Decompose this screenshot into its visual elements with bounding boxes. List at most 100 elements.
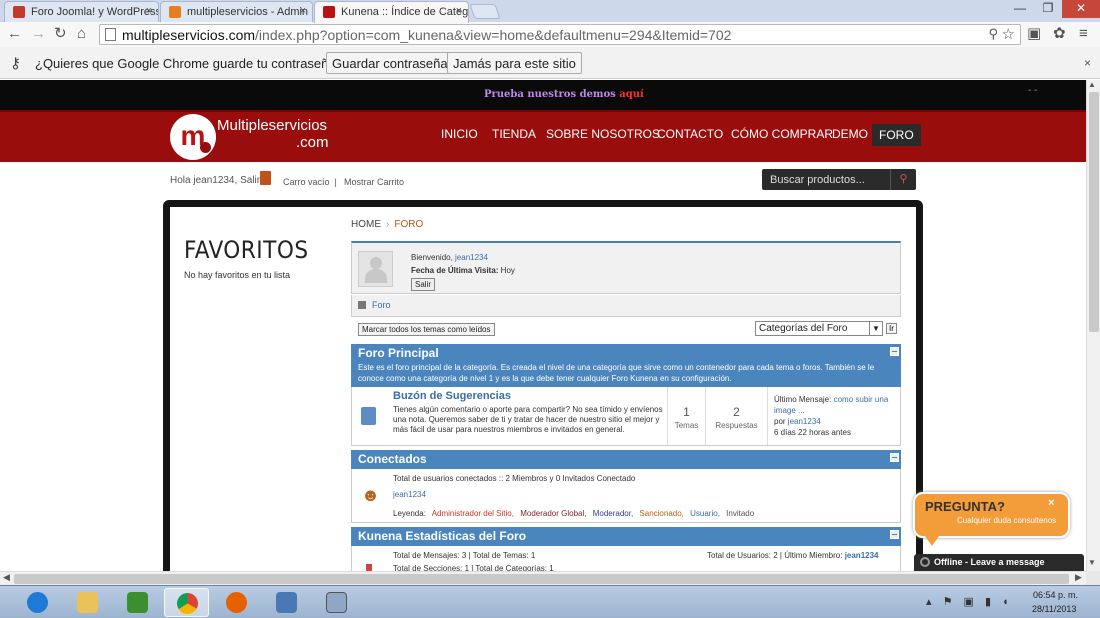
online-total: Total de usuarios conectados :: 2 Miembr… (393, 474, 636, 483)
horizontal-scrollbar[interactable]: ◀ ▶ (0, 571, 1086, 585)
webmatrix-icon (127, 592, 148, 613)
password-infobar: ⚷ ¿Quieres que Google Chrome guarde tu c… (0, 47, 1100, 79)
nav-tienda[interactable]: TIENDA (492, 127, 536, 141)
chat-subtitle: Cualquier duda consultenos (957, 516, 1057, 525)
never-save-button[interactable]: Jamás para este sitio (447, 52, 582, 74)
minimize-button[interactable]: — (1006, 0, 1034, 18)
vertical-scrollbar[interactable]: ▲ ▼ (1086, 80, 1100, 571)
mark-all-read-button[interactable]: Marcar todos los temas como leídos (358, 323, 495, 336)
category-select[interactable]: Categorías del Foro ▼ (755, 321, 883, 336)
welcome-text: Bienvenido, jean1234 (411, 253, 488, 262)
forum-icon (361, 407, 376, 425)
chat-bubble[interactable]: PREGUNTA? Cualquier duda consultenos × (913, 492, 1070, 538)
clock-date[interactable]: 28/11/2013 (1032, 604, 1076, 614)
taskbar-chrome[interactable] (164, 588, 209, 617)
cast-icon[interactable]: ▣ (1027, 25, 1041, 43)
online-title: Conectados (358, 452, 427, 466)
scroll-left-icon[interactable]: ◀ (3, 572, 10, 583)
reload-icon[interactable]: ↻ (54, 25, 67, 43)
product-search[interactable]: Buscar productos... ⚲ (762, 169, 916, 190)
taskbar-file-explorer[interactable] (65, 588, 110, 617)
show-cart-link[interactable]: Mostrar Carrito (344, 177, 404, 187)
menu-icon[interactable]: ≡ (1079, 25, 1088, 43)
taskbar-webmatrix[interactable] (115, 588, 160, 617)
logout-button[interactable]: Salir (411, 278, 436, 291)
taskbar: ▴ ⚑ ▣ ▮ ◖ 06:54 p. m. 28/11/2013 (0, 585, 1100, 618)
online-user-link[interactable]: jean1234 (393, 490, 426, 499)
scroll-thumb[interactable] (1089, 92, 1099, 332)
cart-link[interactable]: Carro vacío | (283, 177, 337, 187)
tab-close-icon[interactable]: × (146, 5, 152, 17)
logo-text[interactable]: Multipleservicios (217, 117, 327, 134)
taskbar-remote-desktop[interactable] (264, 588, 309, 617)
extension-icon[interactable]: ✿ (1053, 25, 1066, 43)
taskbar-calculator[interactable] (314, 588, 359, 617)
forum-nav: Foro (351, 295, 901, 317)
nav-como-comprar[interactable]: CÓMO COMPRAR (731, 127, 833, 141)
main-forum-title[interactable]: Foro Principal (358, 346, 439, 360)
nav-contacto[interactable]: CONTACTO (657, 127, 723, 141)
close-icon[interactable]: × (1084, 56, 1091, 70)
breadcrumb-home[interactable]: HOME (351, 219, 381, 230)
go-button[interactable]: Ir (886, 323, 897, 334)
tab-admin[interactable]: multipleservicios - Admin × (160, 1, 313, 22)
save-password-button[interactable]: Guardar contraseña (326, 52, 454, 74)
collapse-icon[interactable] (890, 530, 899, 539)
forum-name-link[interactable]: Buzón de Sugerencias (393, 390, 511, 402)
forward-arrow-icon[interactable]: → (31, 25, 46, 43)
clock-time[interactable]: 06:54 p. m. (1033, 590, 1078, 600)
home-icon[interactable]: ⌂ (77, 25, 86, 43)
collapse-icon[interactable] (890, 347, 899, 356)
url-text[interactable]: multipleservicios.com/index.php?option=c… (122, 27, 731, 43)
nav-foro[interactable]: FORO (872, 124, 921, 146)
replies-count: 2 Respuestas (705, 387, 767, 445)
scroll-up-icon[interactable]: ▲ (1088, 80, 1096, 89)
logo-text-domain[interactable]: .com (296, 134, 329, 151)
system-tray[interactable]: ▴ ⚑ ▣ ▮ ◖ (926, 595, 1013, 608)
forum-description: Tienes algún comentario o aporte para co… (393, 405, 663, 434)
tab-close-icon[interactable]: × (300, 5, 306, 17)
back-arrow-icon[interactable]: ← (7, 25, 22, 43)
bookmark-star-icon[interactable]: ☆ (1002, 25, 1015, 43)
nav-sobre-nosotros[interactable]: SOBRE NOSOTROS (546, 127, 660, 141)
last-message-author[interactable]: jean1234 (788, 417, 821, 426)
window-close-button[interactable]: ✕ (1062, 0, 1100, 18)
chat-offline-bar[interactable]: Offline - Leave a message (914, 554, 1084, 571)
forum-link[interactable]: Foro (372, 300, 391, 310)
legend-banned: Sancionado, (639, 509, 684, 518)
taskbar-firefox[interactable] (214, 588, 259, 617)
tab-foro-joomla[interactable]: Foro Joomla! y WordPress × (4, 1, 159, 22)
shopping-bag-icon[interactable] (260, 171, 271, 185)
site-logo[interactable]: m (170, 114, 216, 160)
nav-inicio[interactable]: INICIO (441, 127, 478, 141)
forum-square-icon (358, 301, 366, 309)
top-dashes: - - (1028, 85, 1038, 96)
favorites-empty: No hay favoritos en tu lista (184, 270, 291, 280)
username-link[interactable]: jean1234 (455, 253, 488, 262)
new-tab-button[interactable] (469, 4, 501, 19)
search-icon[interactable]: ⚲ (988, 26, 998, 42)
scroll-right-icon[interactable]: ▶ (1075, 572, 1082, 583)
scroll-thumb[interactable] (14, 574, 1069, 584)
remote-desktop-icon (276, 592, 297, 613)
chat-title: PREGUNTA? (925, 499, 1005, 514)
scroll-down-icon[interactable]: ▼ (1088, 558, 1096, 567)
close-icon[interactable]: × (1048, 497, 1054, 509)
avatar[interactable] (358, 251, 393, 287)
search-icon[interactable]: ⚲ (890, 169, 916, 190)
address-bar[interactable]: multipleservicios.com/index.php?option=c… (99, 24, 1021, 45)
latest-member-link[interactable]: jean1234 (845, 551, 879, 560)
promo-link[interactable]: aquí (619, 89, 644, 100)
nav-demo[interactable]: DEMO (832, 127, 868, 141)
breadcrumb: HOME › FORO (351, 219, 424, 230)
offline-icon (920, 557, 930, 567)
restore-button[interactable]: ❐ (1034, 0, 1062, 18)
search-input[interactable]: Buscar productos... (770, 174, 865, 186)
folder-icon (77, 592, 98, 613)
tab-close-icon[interactable]: × (456, 5, 462, 17)
chevron-down-icon: ▼ (869, 322, 882, 335)
tab-kunena[interactable]: Kunena :: Índice de Categ × (314, 1, 469, 23)
collapse-icon[interactable] (890, 453, 899, 462)
taskbar-internet-explorer[interactable] (15, 588, 60, 617)
logout-link[interactable]: Salir (240, 175, 260, 186)
